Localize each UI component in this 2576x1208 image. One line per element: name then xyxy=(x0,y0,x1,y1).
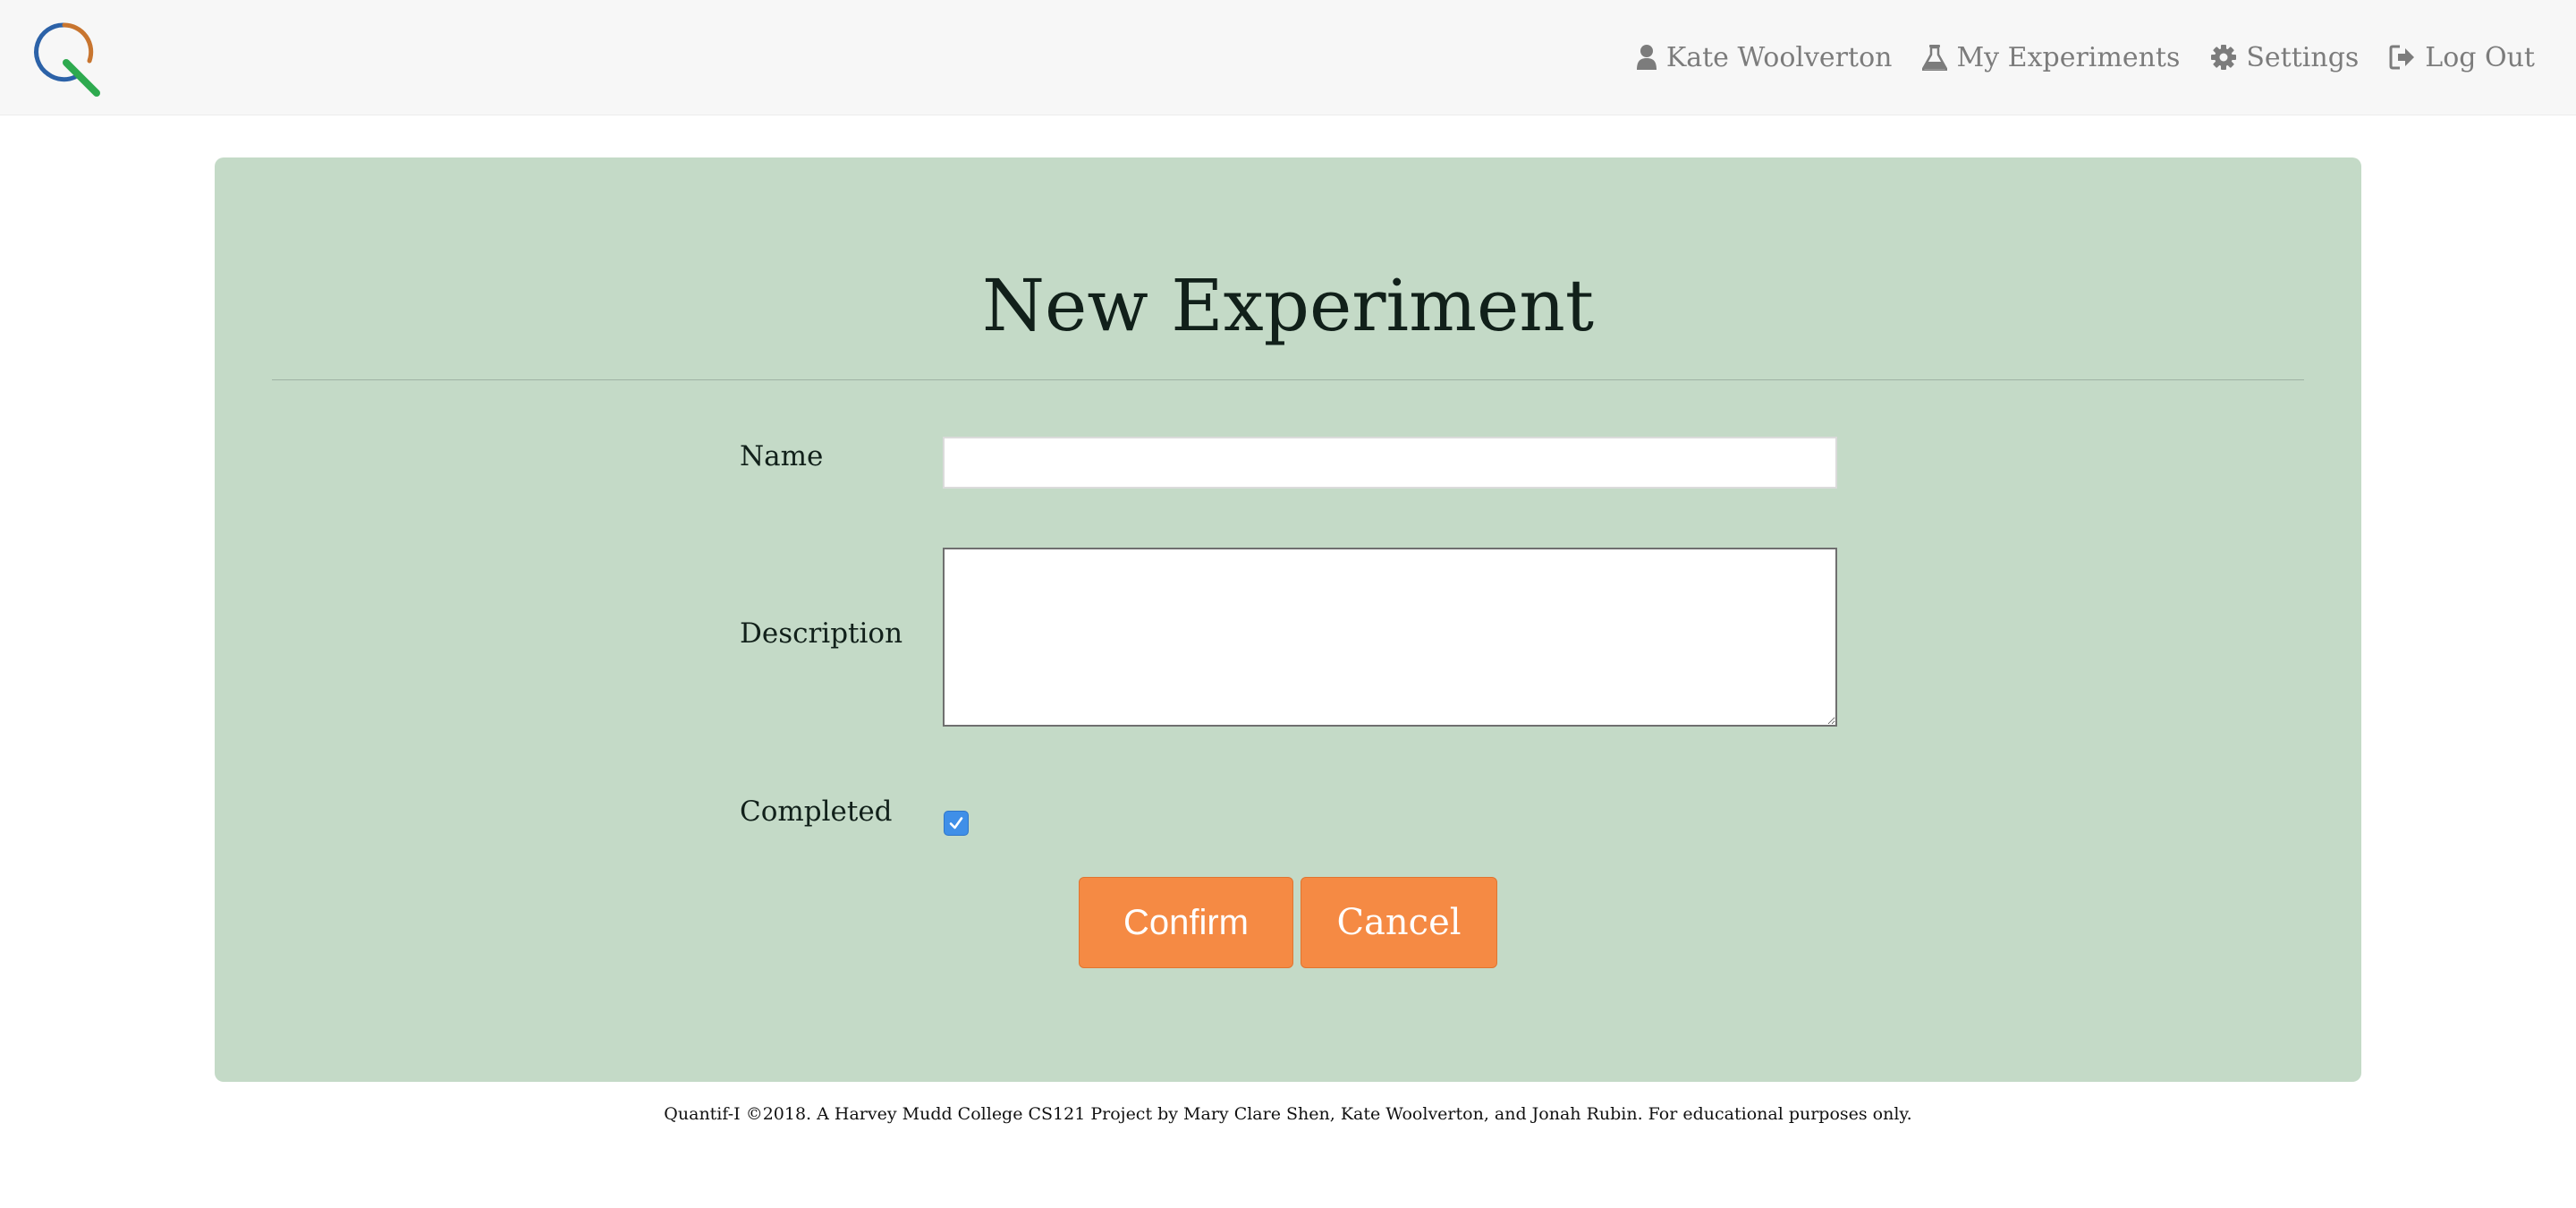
flask-icon xyxy=(1922,45,1948,71)
description-field[interactable] xyxy=(943,548,1837,727)
name-label: Name xyxy=(740,440,824,472)
quantif-i-logo-icon[interactable] xyxy=(25,18,104,97)
new-experiment-panel: New Experiment Name Description Complete… xyxy=(215,157,2361,1082)
title-divider xyxy=(272,379,2304,380)
nav-item-settings[interactable]: Settings xyxy=(2210,42,2359,73)
nav-item-log-out-label: Log Out xyxy=(2425,41,2535,73)
page-title: New Experiment xyxy=(981,264,1595,347)
checkmark-icon xyxy=(949,817,963,829)
gear-icon xyxy=(2211,45,2237,70)
nav-item-settings-label: Settings xyxy=(2246,41,2360,73)
completed-checkbox[interactable] xyxy=(944,811,969,836)
nav-links: Kate Woolverton My Experiments Settings … xyxy=(1636,0,2535,115)
description-label: Description xyxy=(740,617,903,650)
nav-item-log-out[interactable]: Log Out xyxy=(2389,42,2535,73)
nav-item-user-label: Kate Woolverton xyxy=(1665,41,1893,73)
sign-out-icon xyxy=(2389,45,2415,70)
footer-text: Quantif-I ©2018. A Harvey Mudd College C… xyxy=(664,1104,1912,1124)
cancel-button[interactable]: Cancel xyxy=(1301,877,1497,968)
nav-item-my-experiments[interactable]: My Experiments xyxy=(1922,42,2180,73)
nav-item-my-experiments-label: My Experiments xyxy=(1956,41,2181,73)
name-field[interactable] xyxy=(943,437,1837,489)
nav-item-user[interactable]: Kate Woolverton xyxy=(1636,41,1893,73)
completed-label: Completed xyxy=(740,795,893,828)
confirm-button[interactable]: Confirm xyxy=(1079,877,1293,968)
top-navbar: Kate Woolverton My Experiments Settings … xyxy=(0,0,2576,115)
user-icon xyxy=(1636,45,1657,70)
